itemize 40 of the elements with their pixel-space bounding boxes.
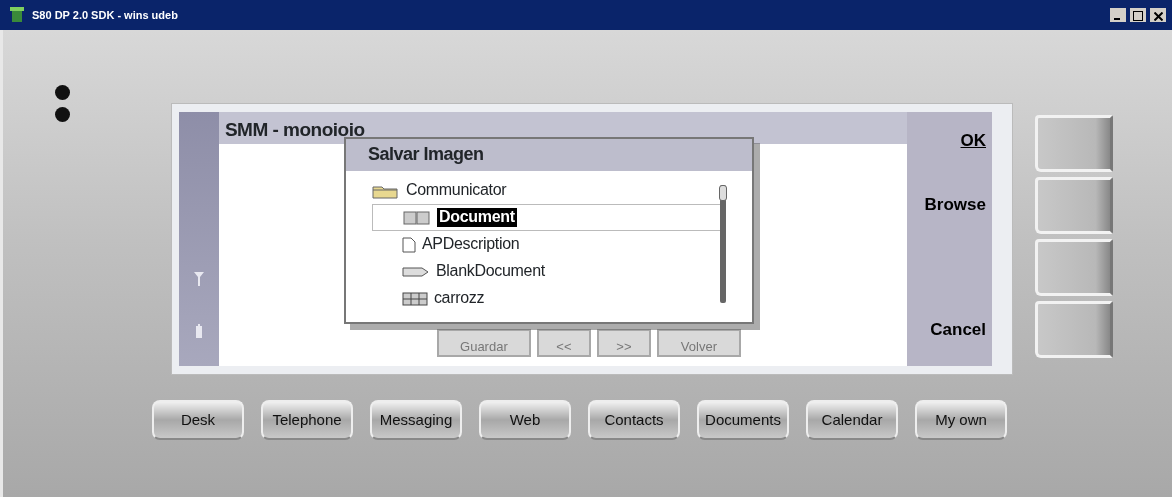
indicator-dot: [55, 107, 70, 122]
maximize-icon: [1133, 11, 1143, 21]
softkey[interactable]: OK: [960, 128, 986, 154]
dialog-title: Salvar Imagen: [367, 144, 484, 164]
indicator-dot: [55, 85, 70, 100]
hardware-key[interactable]: [1035, 301, 1113, 358]
folder-item[interactable]: BlankDocument: [433, 262, 547, 281]
folder-item[interactable]: Communicator: [403, 181, 509, 200]
pen-icon: [401, 265, 430, 278]
app-key[interactable]: My own: [915, 400, 1007, 440]
folder-item[interactable]: APDescription: [419, 235, 522, 254]
scroll-thumb[interactable]: [718, 185, 727, 201]
softkey[interactable]: Browse: [924, 191, 986, 217]
app-icon: [10, 7, 24, 23]
app-key[interactable]: Telephone: [261, 400, 353, 440]
folder-item[interactable]: carrozz: [431, 289, 487, 308]
minimize-button[interactable]: [1110, 8, 1126, 22]
window-title: S80 DP 2.0 SDK - wins udeb: [32, 7, 178, 23]
grid-icon: [401, 291, 428, 306]
hardware-key[interactable]: [1035, 177, 1113, 234]
app-key[interactable]: Messaging: [370, 400, 462, 440]
softkey[interactable]: Cancel: [930, 317, 986, 343]
folder-item[interactable]: Document: [436, 208, 517, 227]
app-title: SMM - monoioio: [224, 119, 365, 140]
app-key[interactable]: Calendar: [806, 400, 898, 440]
document-group-icon: [402, 209, 433, 226]
app-key[interactable]: Contacts: [588, 400, 680, 440]
hardware-key[interactable]: [1035, 115, 1113, 172]
scrollbar[interactable]: [719, 185, 726, 303]
app-key[interactable]: Web: [479, 400, 571, 440]
page-icon: [401, 236, 416, 253]
close-button[interactable]: [1150, 8, 1166, 22]
app-key[interactable]: Documents: [697, 400, 789, 440]
minimize-icon: [1114, 18, 1120, 20]
signal-icon: [193, 272, 204, 286]
hardware-key[interactable]: [1035, 239, 1113, 296]
app-key[interactable]: Desk: [152, 400, 244, 440]
battery-icon: [194, 324, 203, 338]
maximize-button[interactable]: [1130, 8, 1146, 22]
close-icon: [1154, 12, 1163, 21]
